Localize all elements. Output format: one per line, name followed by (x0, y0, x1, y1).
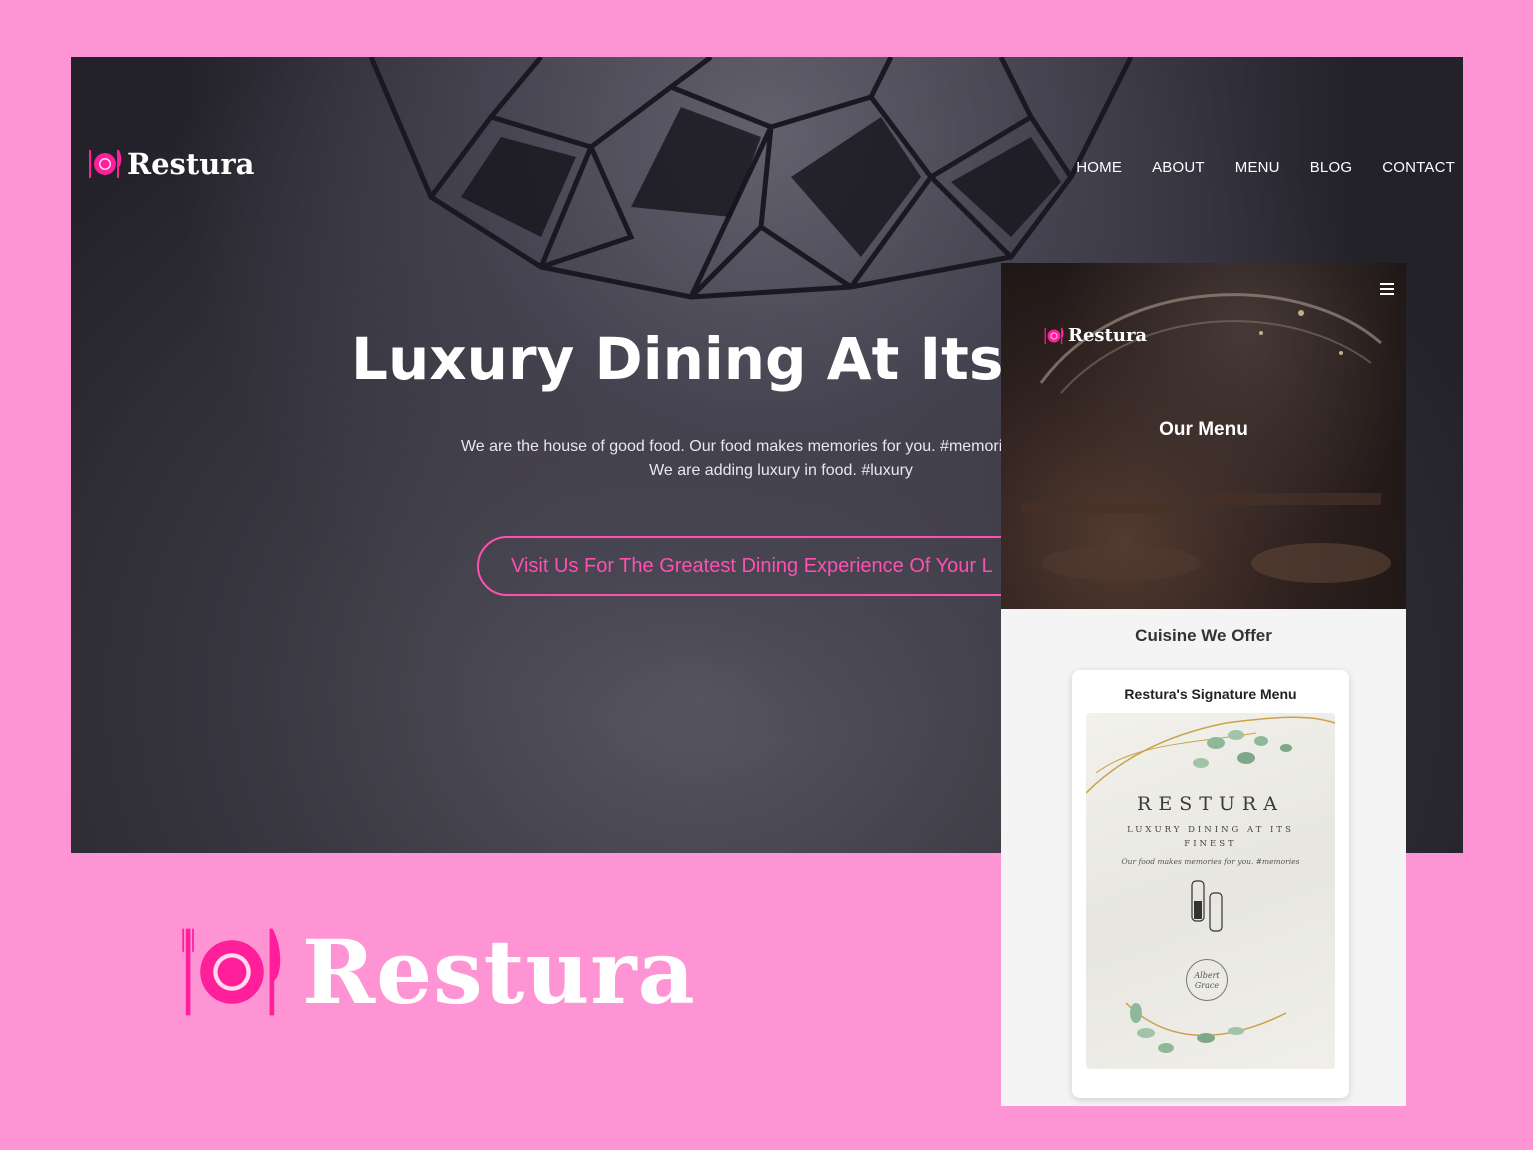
hamburger-icon[interactable] (1380, 283, 1394, 298)
nav-menu[interactable]: MENU (1235, 159, 1280, 176)
leaf-decoration (1086, 716, 1335, 1053)
mobile-logo[interactable]: Restura (1043, 325, 1147, 346)
hero-title: Luxury Dining At Its (351, 325, 1004, 393)
menu-tagline: LUXURY DINING AT ITS FINEST (1127, 825, 1294, 849)
nav-home[interactable]: HOME (1076, 159, 1122, 176)
menu-card[interactable]: Restura's Signature Menu RESTURA LUXURY … (1072, 670, 1349, 1098)
mobile-hero: Restura Our Menu (1001, 263, 1406, 609)
nav-about[interactable]: ABOUT (1152, 159, 1205, 176)
logo-text: Restura (127, 147, 255, 181)
menu-card-title: Restura's Signature Menu (1124, 686, 1297, 702)
nav-contact[interactable]: CONTACT (1382, 159, 1455, 176)
section-title: Cuisine We Offer (1135, 626, 1272, 645)
menu-image: RESTURA LUXURY DINING AT ITS FINEST Our … (1086, 713, 1335, 1069)
nav-blog[interactable]: BLOG (1310, 159, 1352, 176)
site-logo[interactable]: Restura (87, 147, 254, 181)
mobile-screenshot: Restura Our Menu Cuisine We Offer Restur… (1001, 263, 1406, 1106)
brand-logo-text: Restura (302, 920, 696, 1024)
plate-fork-knife-icon (182, 928, 281, 1016)
brand-logo: Restura (180, 918, 696, 1026)
mobile-page-title: Our Menu (1159, 419, 1248, 440)
menu-note: Our food makes memories for you. #memori… (1121, 857, 1300, 866)
plate-fork-knife-icon (1044, 327, 1064, 344)
main-nav: HOME ABOUT MENU BLOG CONTACT (1076, 159, 1455, 176)
mobile-logo-text: Restura (1068, 325, 1148, 346)
plate-fork-knife-icon (89, 150, 122, 178)
menu-brand: RESTURA (1137, 793, 1284, 815)
menu-stamp: Albert Grace (1186, 959, 1228, 1001)
